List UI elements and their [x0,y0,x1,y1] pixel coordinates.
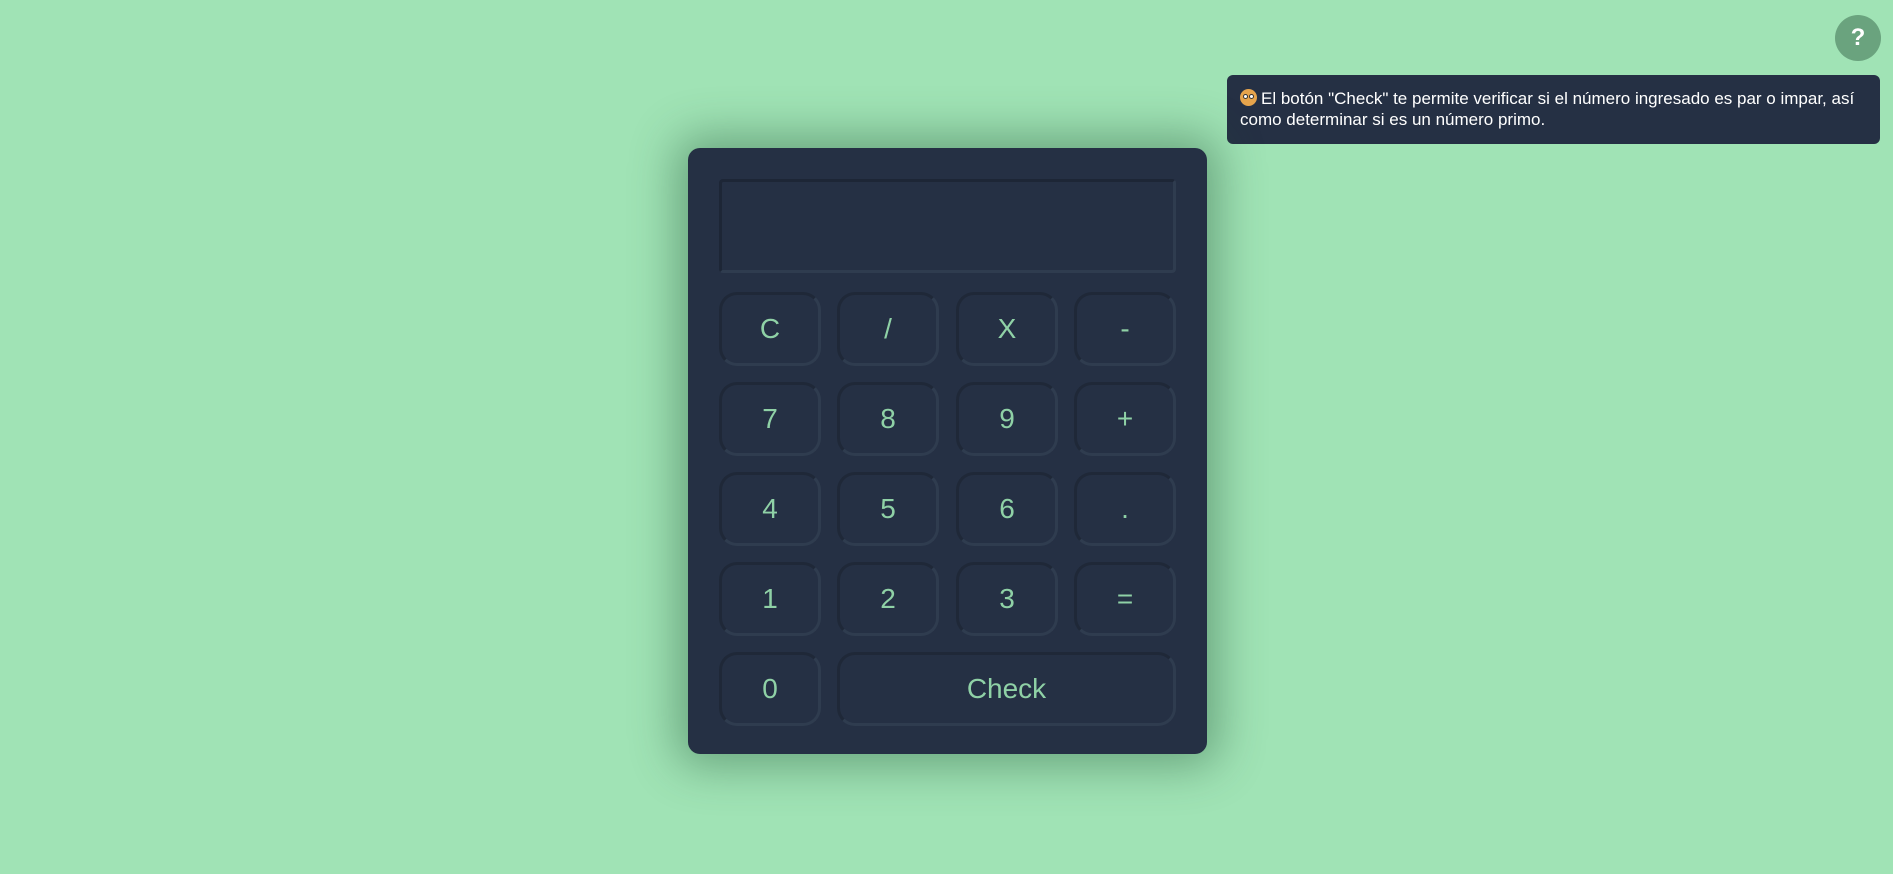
multiply-button[interactable]: X [956,292,1058,366]
digit-9-button[interactable]: 9 [956,382,1058,456]
divide-button[interactable]: / [837,292,939,366]
digit-3-button[interactable]: 3 [956,562,1058,636]
calculator: C / X - 7 8 9 + 4 5 6 . 1 2 3 = 0 Check [688,148,1207,754]
help-tooltip: El botón "Check" te permite verificar si… [1227,75,1880,144]
digit-6-button[interactable]: 6 [956,472,1058,546]
clear-button[interactable]: C [719,292,821,366]
help-button[interactable]: ? [1835,15,1881,61]
add-button[interactable]: + [1074,382,1176,456]
digit-0-button[interactable]: 0 [719,652,821,726]
digit-5-button[interactable]: 5 [837,472,939,546]
digit-7-button[interactable]: 7 [719,382,821,456]
subtract-button[interactable]: - [1074,292,1176,366]
digit-1-button[interactable]: 1 [719,562,821,636]
digit-4-button[interactable]: 4 [719,472,821,546]
digit-8-button[interactable]: 8 [837,382,939,456]
nerd-face-emoji-icon [1240,89,1257,106]
decimal-button[interactable]: . [1074,472,1176,546]
tooltip-text: El botón "Check" te permite verificar si… [1240,89,1855,129]
check-button[interactable]: Check [837,652,1176,726]
equals-button[interactable]: = [1074,562,1176,636]
digit-2-button[interactable]: 2 [837,562,939,636]
calculator-display [719,179,1176,273]
